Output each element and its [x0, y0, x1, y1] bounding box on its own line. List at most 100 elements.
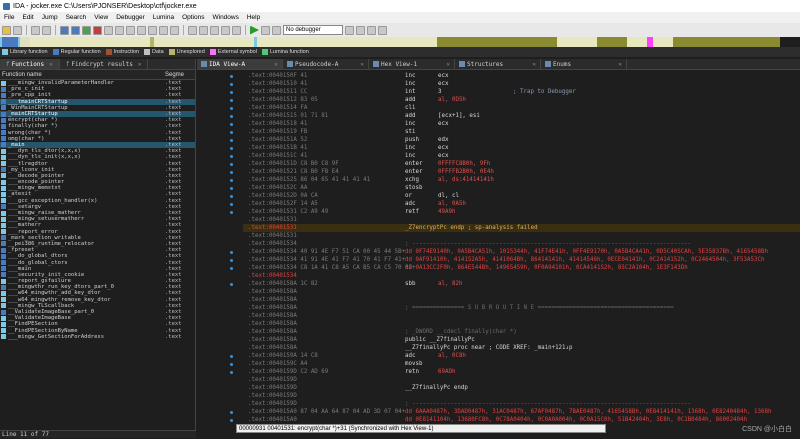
- breakpoint-dot[interactable]: [230, 187, 233, 190]
- list-item[interactable]: ___mingw_GetSectionForAddress .text: [0, 334, 195, 340]
- run-to-cursor-icon[interactable]: [378, 25, 387, 35]
- list-item[interactable]: ___w64_mingwthr_add_key_dtor .text: [0, 290, 195, 296]
- list-item[interactable]: ___report_gsfailure .text: [0, 278, 195, 284]
- list-item[interactable]: __ValidateImageBase_part_0 .text: [0, 309, 195, 315]
- close-icon[interactable]: ✕: [360, 61, 364, 68]
- breakpoint-dot[interactable]: [230, 251, 233, 254]
- breakpoint-dot[interactable]: [230, 179, 233, 182]
- list-item[interactable]: __FindPESection .text: [0, 321, 195, 327]
- disasm-line[interactable]: .text:0040159D: [243, 376, 800, 384]
- list-item[interactable]: _fpreset .text: [0, 247, 195, 253]
- disasm-line[interactable]: .text:0040152D 0A CA or dl, cl: [243, 192, 800, 200]
- debugger-select[interactable]: No debugger: [283, 25, 343, 35]
- list-item[interactable]: ___do_global_dtors .text: [0, 253, 195, 259]
- disasm-line[interactable]: .text:0040151C 41 inc ecx: [243, 152, 800, 160]
- menu-debugger[interactable]: Debugger: [112, 14, 149, 21]
- tab-ida-view-a[interactable]: IDA View-A ✕: [197, 59, 283, 69]
- hex-icon[interactable]: [60, 25, 69, 35]
- disasm-line[interactable]: .text:0040159D C2 AD 69 retn 69ADh: [243, 368, 800, 376]
- xref-icon[interactable]: [199, 25, 208, 35]
- close-icon[interactable]: ✕: [138, 61, 142, 68]
- list-item[interactable]: ___report_error .text: [0, 229, 195, 235]
- disasm-line[interactable]: .text:0040158A: [243, 320, 800, 328]
- close-icon[interactable]: ✕: [446, 61, 450, 68]
- struct-icon[interactable]: [137, 25, 146, 35]
- disasm-line[interactable]: .text:00401534 C8 1A 41 C8 A5 CA B5 CA C…: [243, 264, 800, 272]
- list-item[interactable]: __pei386_runtime_relocator .text: [0, 241, 195, 247]
- string-icon[interactable]: [115, 25, 124, 35]
- menu-edit[interactable]: Edit: [18, 14, 37, 21]
- list-item[interactable]: ___mingw_memstxt .text: [0, 185, 195, 191]
- close-icon[interactable]: ✕: [274, 61, 278, 68]
- close-icon[interactable]: ✕: [49, 61, 53, 68]
- disasm-line[interactable]: .text:00401531: [243, 232, 800, 240]
- segment-column[interactable]: Segme: [165, 72, 195, 78]
- list-item[interactable]: encrypt(char *) .text: [0, 117, 195, 123]
- list-item[interactable]: ___decode_pointer .text: [0, 173, 195, 179]
- menu-help[interactable]: Help: [243, 14, 264, 21]
- disasm-line[interactable]: .text:00401531: [243, 216, 800, 224]
- list-item[interactable]: omg(char *) .text: [0, 136, 195, 142]
- menu-file[interactable]: File: [0, 14, 18, 21]
- close-icon[interactable]: ✕: [618, 61, 622, 68]
- breakpoint-dot[interactable]: [230, 419, 233, 422]
- save-icon[interactable]: [13, 25, 22, 35]
- breakpoint-dot[interactable]: [230, 259, 233, 262]
- list-item[interactable]: ___matherr .text: [0, 222, 195, 228]
- disasm-line[interactable]: .text:0040151D C8 B0 C8 9F enter 0FFFFC8B0…: [243, 160, 800, 168]
- enum-icon[interactable]: [148, 25, 157, 35]
- breakpoint-dot[interactable]: [230, 195, 233, 198]
- breakpoint-dot[interactable]: [230, 203, 233, 206]
- list-item[interactable]: finally(char *) .text: [0, 123, 195, 129]
- disasm-line[interactable]: .text:0040152F 14 A5 adc al, 0A5h: [243, 200, 800, 208]
- close-icon[interactable]: ✕: [532, 61, 536, 68]
- list-item[interactable]: ___security_init_cookie .text: [0, 272, 195, 278]
- list-item[interactable]: _my_lconv_init .text: [0, 167, 195, 173]
- list-item[interactable]: _pre_c_init .text: [0, 86, 195, 92]
- breakpoint-dot[interactable]: [230, 155, 233, 158]
- disasm-line[interactable]: .text:00401512 83 05 add al, 0D5h: [243, 96, 800, 104]
- breakpoint-dot[interactable]: [230, 283, 233, 286]
- disasm-line[interactable]: .text:00401534 40 91 4E F7 51 CA 00 45 4…: [243, 248, 800, 256]
- list-item[interactable]: ___setargv .text: [0, 204, 195, 210]
- disasm-line[interactable]: .text:00401510 41 inc ecx: [243, 80, 800, 88]
- search-icon[interactable]: [210, 25, 219, 35]
- breakpoint-dot[interactable]: [230, 115, 233, 118]
- back-icon[interactable]: [31, 25, 40, 35]
- menu-search[interactable]: Search: [62, 14, 91, 21]
- list-item[interactable]: ___mingw_raise_matherr .text: [0, 210, 195, 216]
- list-item[interactable]: _pre_cpp_init .text: [0, 92, 195, 98]
- menu-lumina[interactable]: Lumina: [149, 14, 178, 21]
- breakpoint-icon[interactable]: [188, 25, 197, 35]
- breakpoint-dot[interactable]: [230, 99, 233, 102]
- lumina-icon[interactable]: [221, 25, 230, 35]
- list-item[interactable]: _mainCRTStartup .text: [0, 110, 195, 118]
- list-item[interactable]: _mark_section_writable .text: [0, 235, 195, 241]
- disasm-line[interactable]: .text:00401534 ; ------------------------…: [243, 240, 800, 248]
- breakpoint-dot[interactable]: [230, 83, 233, 86]
- disasm-line[interactable]: .text:00401531 _Z7encryptPc endp ; sp-ana…: [243, 224, 800, 232]
- text-icon[interactable]: [71, 25, 80, 35]
- disasm-line[interactable]: .text:0040158A: [243, 296, 800, 304]
- open-folder-icon[interactable]: [2, 25, 11, 35]
- menu-view[interactable]: View: [90, 14, 112, 21]
- list-item[interactable]: ___dyn_tls_init(x,x,x) .text: [0, 154, 195, 160]
- disasm-line[interactable]: .text:0040159C A4 movsb: [243, 360, 800, 368]
- list-item[interactable]: ___mingw_invalidParameterHandler .text: [0, 80, 195, 86]
- menu-windows[interactable]: Windows: [208, 14, 242, 21]
- disasm-line[interactable]: .text:0040152C AA stosb: [243, 184, 800, 192]
- breakpoint-dot[interactable]: [230, 107, 233, 110]
- list-item[interactable]: wrong(char *) .text: [0, 130, 195, 136]
- plugin-icon[interactable]: [232, 25, 241, 35]
- disasm-line[interactable]: .text:0040159D ; ------------------------…: [243, 400, 800, 408]
- disasm-line[interactable]: .text:00401515 01 71 81 add [ecx+1], esi: [243, 112, 800, 120]
- breakpoint-dot[interactable]: [230, 371, 233, 374]
- disasm-line[interactable]: .text:0040150F 41 inc ecx: [243, 72, 800, 80]
- tab-functions[interactable]: f Functions ✕: [0, 59, 60, 69]
- disasm-line[interactable]: .text:0040158A ; =============== S U B R …: [243, 304, 800, 312]
- run-icon[interactable]: [250, 25, 259, 35]
- breakpoint-dot[interactable]: [230, 91, 233, 94]
- functions-list[interactable]: ___mingw_invalidParameterHandler .text _pr…: [0, 80, 195, 420]
- tab-enums[interactable]: Enums ✕: [541, 59, 627, 69]
- breakpoint-dot[interactable]: [230, 171, 233, 174]
